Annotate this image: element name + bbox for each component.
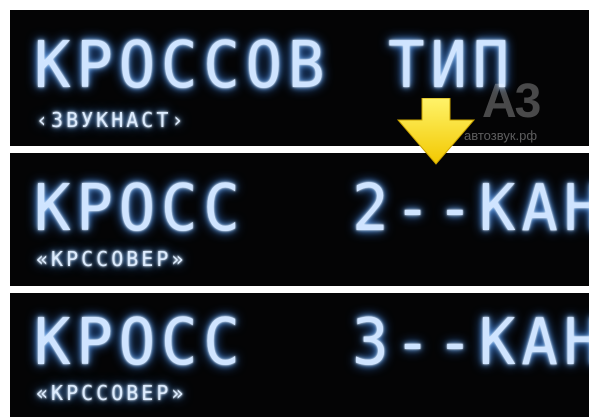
row-value-label: 2--КАН [352,172,589,246]
display-row-crossover-3ch: КРОСС 3--КАН «КРССОВЕР» [10,293,589,417]
display-row-crossover-2ch: КРОСС 2--КАН «КРССОВЕР» [10,153,589,286]
display-screenshot: КРОССОВ ТИП ‹ЗВУКНАСТ› КРОСС 2--КАН «КРС… [0,0,599,417]
row-main-label: КРОСС [34,306,246,380]
row-value-label: 3--КАН [352,306,589,380]
display-row-crossover-type: КРОССОВ ТИП ‹ЗВУКНАСТ› [10,10,589,146]
down-arrow-icon [396,98,476,165]
row-sub-label: ‹ЗВУКНАСТ› [36,108,187,132]
row-sub-label: «КРССОВЕР» [36,381,187,405]
row-sub-label: «КРССОВЕР» [36,247,187,271]
row-main-label: КРОСС [34,172,246,246]
row-value-label: ТИП [388,29,515,103]
row-main-label: КРОССОВ [34,29,331,103]
